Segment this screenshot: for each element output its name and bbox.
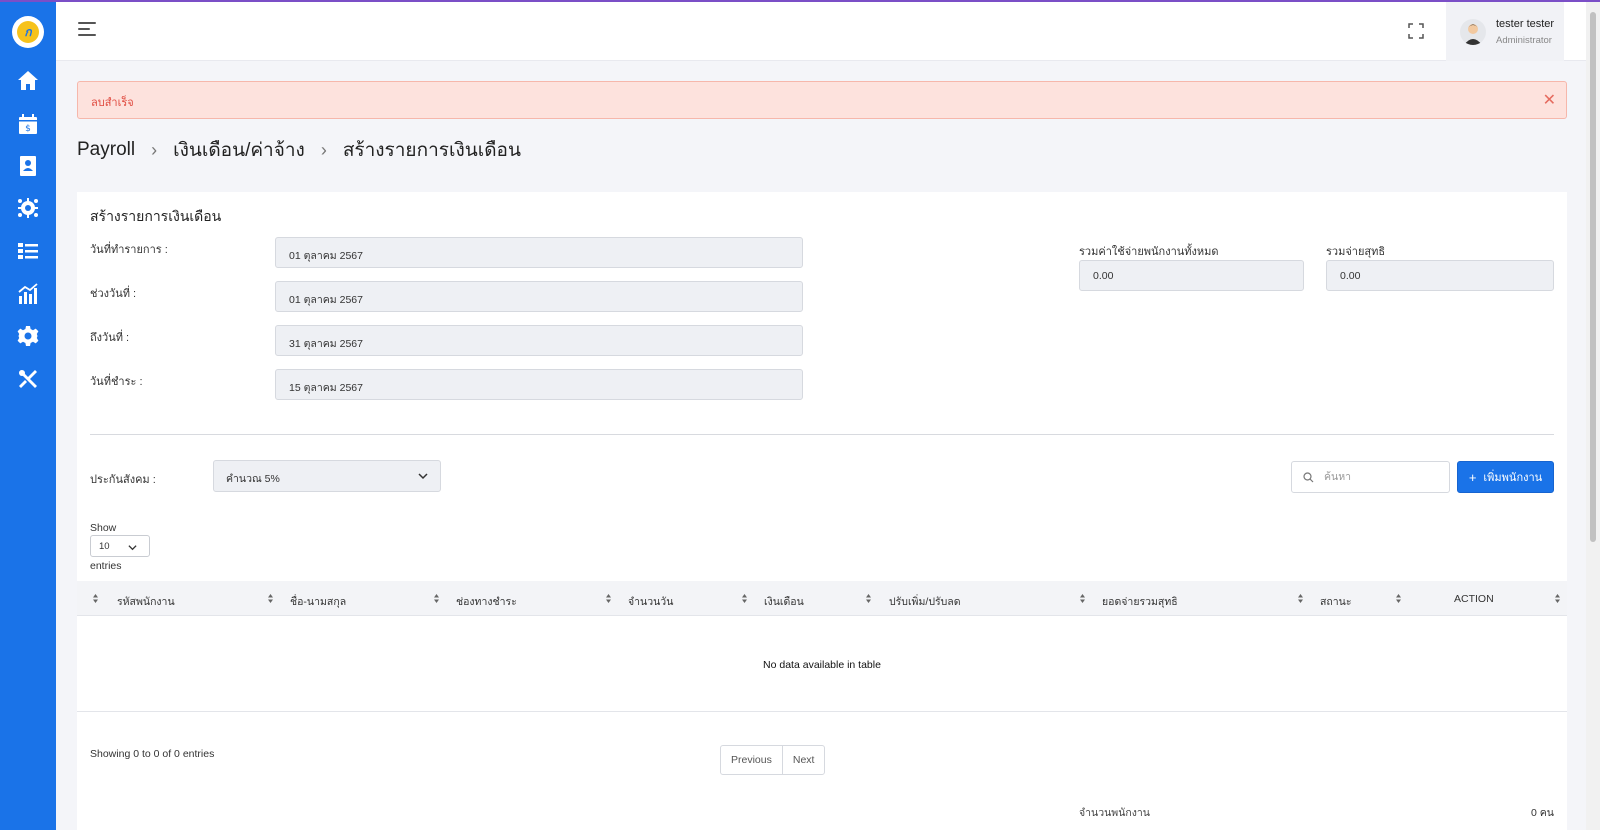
employee-count-value: 0 คน: [1531, 807, 1554, 819]
sidebar: ก $: [0, 0, 56, 830]
page-size-value: 10: [99, 541, 110, 552]
col-adjustment[interactable]: ปรับเพิ่ม/ปรับลด: [889, 593, 961, 610]
social-security-label: ประกันสังคม :: [90, 474, 156, 486]
add-employee-button[interactable]: + เพิ่มพนักงาน: [1457, 461, 1554, 493]
empty-table-message: No data available in table: [763, 659, 881, 671]
col-days[interactable]: จำนวนวัน: [628, 593, 673, 610]
list-icon[interactable]: [16, 239, 40, 263]
next-button[interactable]: Next: [783, 746, 825, 774]
employee-count-label: จำนวนพนักงาน: [1079, 807, 1150, 819]
chevron-right-icon: ›: [151, 139, 158, 160]
table-header: รหัสพนักงาน ชื่อ-นามสกุล ช่องทางชำระ จำน…: [77, 581, 1567, 616]
sort-icon[interactable]: [865, 593, 872, 604]
col-payment-channel[interactable]: ช่องทางชำระ: [456, 593, 517, 610]
period-start-label: ช่วงวันที่ :: [90, 288, 137, 300]
entries-label: entries: [90, 560, 122, 572]
payroll-form-card: สร้างรายการเงินเดือน วันที่ทำรายการ : 01…: [77, 192, 1567, 830]
avatar: [1460, 18, 1486, 45]
pagination: Previous Next: [720, 745, 826, 775]
user-name: tester tester: [1496, 17, 1555, 30]
period-start-field[interactable]: 01 ตุลาคม 2567: [275, 281, 803, 312]
col-employee-id[interactable]: รหัสพนักงาน: [117, 593, 175, 610]
sort-icon[interactable]: [1079, 593, 1086, 604]
period-end-label: ถึงวันที่ :: [90, 332, 130, 344]
user-menu[interactable]: tester tester Administrator: [1446, 2, 1564, 61]
previous-button[interactable]: Previous: [721, 746, 783, 774]
sort-icon[interactable]: [741, 593, 748, 604]
logo-mark: ก: [17, 21, 39, 43]
sort-icon[interactable]: [267, 593, 274, 604]
add-employee-label: เพิ่มพนักงาน: [1483, 472, 1543, 484]
transaction-date-field[interactable]: 01 ตุลาคม 2567: [275, 237, 803, 268]
search-icon: [1303, 472, 1314, 483]
chevron-right-icon: ›: [320, 139, 327, 160]
home-icon[interactable]: [16, 69, 40, 93]
sort-icon[interactable]: [1297, 593, 1304, 604]
pay-date-label: วันที่ชำระ :: [90, 376, 143, 388]
total-expense-field: 0.00: [1079, 260, 1304, 291]
menu-toggle-icon[interactable]: [78, 22, 96, 38]
chart-icon[interactable]: [16, 282, 40, 306]
fullscreen-icon[interactable]: [1408, 23, 1424, 39]
alert-message: ลบสำเร็จ: [91, 97, 134, 109]
sort-icon[interactable]: [605, 593, 612, 604]
contacts-icon[interactable]: [16, 154, 40, 178]
section-divider: [90, 434, 1554, 435]
show-label: Show: [90, 522, 117, 534]
top-header: tester tester Administrator: [56, 2, 1586, 61]
card-title: สร้างรายการเงินเดือน: [90, 208, 222, 224]
salary-calendar-icon[interactable]: $: [16, 112, 40, 136]
period-end-field[interactable]: 31 ตุลาคม 2567: [275, 325, 803, 356]
scrollbar-thumb[interactable]: [1590, 12, 1596, 542]
col-full-name[interactable]: ชื่อ-นามสกุล: [290, 593, 346, 610]
page-size-select[interactable]: 10: [90, 535, 150, 557]
tools-icon[interactable]: [16, 367, 40, 391]
sort-icon[interactable]: [1554, 593, 1561, 604]
breadcrumb-current: สร้างรายการเงินเดือน: [342, 140, 521, 161]
col-net-total[interactable]: ยอดจ่ายรวมสุทธิ: [1102, 593, 1178, 610]
table-info: Showing 0 to 0 of 0 entries: [90, 748, 215, 760]
col-salary[interactable]: เงินเดือน: [764, 593, 804, 610]
total-expense-label: รวมค่าใช้จ่ายพนักงานทั้งหมด: [1079, 246, 1219, 258]
social-security-select[interactable]: คำนวณ 5%: [213, 460, 441, 492]
col-status[interactable]: สถานะ: [1320, 593, 1351, 610]
breadcrumb-payroll[interactable]: Payroll: [77, 139, 135, 161]
chevron-down-icon: [128, 545, 137, 551]
plus-icon: +: [1468, 469, 1477, 485]
chevron-down-icon: [418, 473, 428, 480]
total-net-field: 0.00: [1326, 260, 1554, 291]
breadcrumb-salary[interactable]: เงินเดือน/ค่าจ้าง: [173, 135, 305, 165]
col-action: ACTION: [1454, 593, 1494, 605]
table-row: No data available in table: [77, 616, 1567, 712]
search-box[interactable]: [1291, 461, 1450, 493]
sort-icon[interactable]: [92, 593, 99, 604]
top-accent-line: [0, 0, 1600, 2]
success-alert: ลบสำเร็จ ✕: [77, 81, 1567, 119]
search-input[interactable]: [1324, 469, 1444, 485]
social-security-value: คำนวณ 5%: [226, 473, 280, 485]
svg-text:$: $: [25, 124, 31, 134]
close-icon[interactable]: ✕: [1543, 90, 1556, 110]
breadcrumb: Payroll › เงินเดือน/ค่าจ้าง › สร้างรายกา…: [77, 135, 521, 165]
settings-icon[interactable]: [16, 324, 40, 348]
transaction-date-label: วันที่ทำรายการ :: [90, 244, 168, 256]
sort-icon[interactable]: [433, 593, 440, 604]
pay-date-field[interactable]: 15 ตุลาคม 2567: [275, 369, 803, 400]
total-net-label: รวมจ่ายสุทธิ: [1326, 246, 1386, 258]
sort-icon[interactable]: [1395, 593, 1402, 604]
app-logo[interactable]: ก: [12, 16, 44, 48]
user-role: Administrator: [1496, 34, 1552, 46]
team-gear-icon[interactable]: [16, 196, 40, 220]
